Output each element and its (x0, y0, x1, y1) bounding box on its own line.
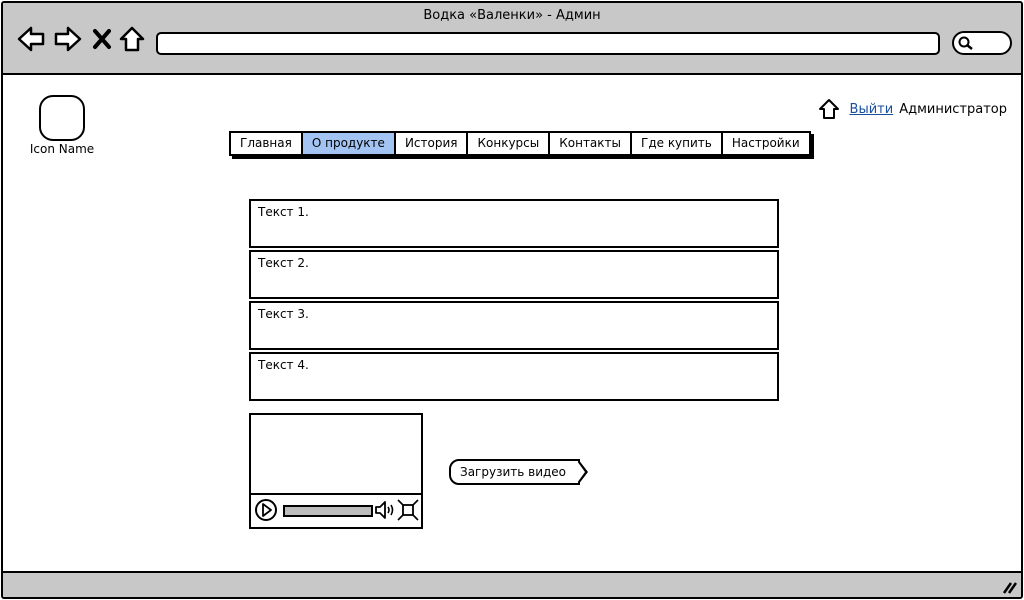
tab-settings[interactable]: Настройки (722, 133, 809, 154)
logout-link[interactable]: Выйти (850, 102, 894, 117)
search-icon (958, 36, 973, 50)
text-field-4[interactable]: Текст 4. (249, 352, 779, 401)
tab-history[interactable]: История (395, 133, 469, 154)
tab-contacts[interactable]: Контакты (550, 133, 632, 154)
video-controls (251, 493, 421, 527)
home-icon[interactable] (818, 98, 840, 120)
tab-home[interactable]: Главная (231, 133, 303, 154)
back-icon[interactable] (16, 25, 46, 53)
text-field-4-content: Текст 4. (258, 358, 309, 372)
user-bar: Выйти Администратор (818, 98, 1007, 120)
play-icon[interactable] (254, 498, 278, 522)
app-icon-label: Icon Name (29, 142, 95, 156)
video-player[interactable] (249, 413, 423, 529)
window-title: Водка «Валенки» - Админ (423, 8, 601, 23)
search-box[interactable] (952, 31, 1012, 55)
main-tabs: Главная О продукте История Конкурсы Конт… (229, 131, 811, 156)
browser-window: Водка «Валенки» - Админ Icon Name Выйти … (1, 1, 1023, 599)
resize-handle-icon[interactable] (1001, 580, 1017, 594)
tab-about-product[interactable]: О продукте (302, 133, 396, 154)
status-bar (3, 571, 1021, 597)
address-bar[interactable] (156, 32, 940, 55)
text-field-1[interactable]: Текст 1. (249, 199, 779, 248)
text-field-3-content: Текст 3. (258, 307, 309, 321)
forward-icon[interactable] (53, 25, 83, 53)
user-name: Администратор (899, 101, 1007, 117)
text-field-2[interactable]: Текст 2. (249, 250, 779, 299)
video-progress-bar[interactable] (283, 505, 373, 517)
tab-contests[interactable]: Конкурсы (468, 133, 551, 154)
app-icon (39, 95, 85, 141)
browser-toolbar: Водка «Валенки» - Админ (3, 3, 1021, 75)
close-icon[interactable] (91, 25, 113, 53)
text-field-1-content: Текст 1. (258, 205, 309, 219)
text-field-3[interactable]: Текст 3. (249, 301, 779, 350)
text-field-2-content: Текст 2. (258, 256, 309, 270)
upload-video-button[interactable]: Загрузить видео (449, 459, 589, 485)
home-icon[interactable] (119, 25, 145, 53)
volume-icon[interactable] (374, 499, 396, 521)
tab-where-to-buy[interactable]: Где купить (632, 133, 723, 154)
fullscreen-icon[interactable] (397, 499, 419, 521)
